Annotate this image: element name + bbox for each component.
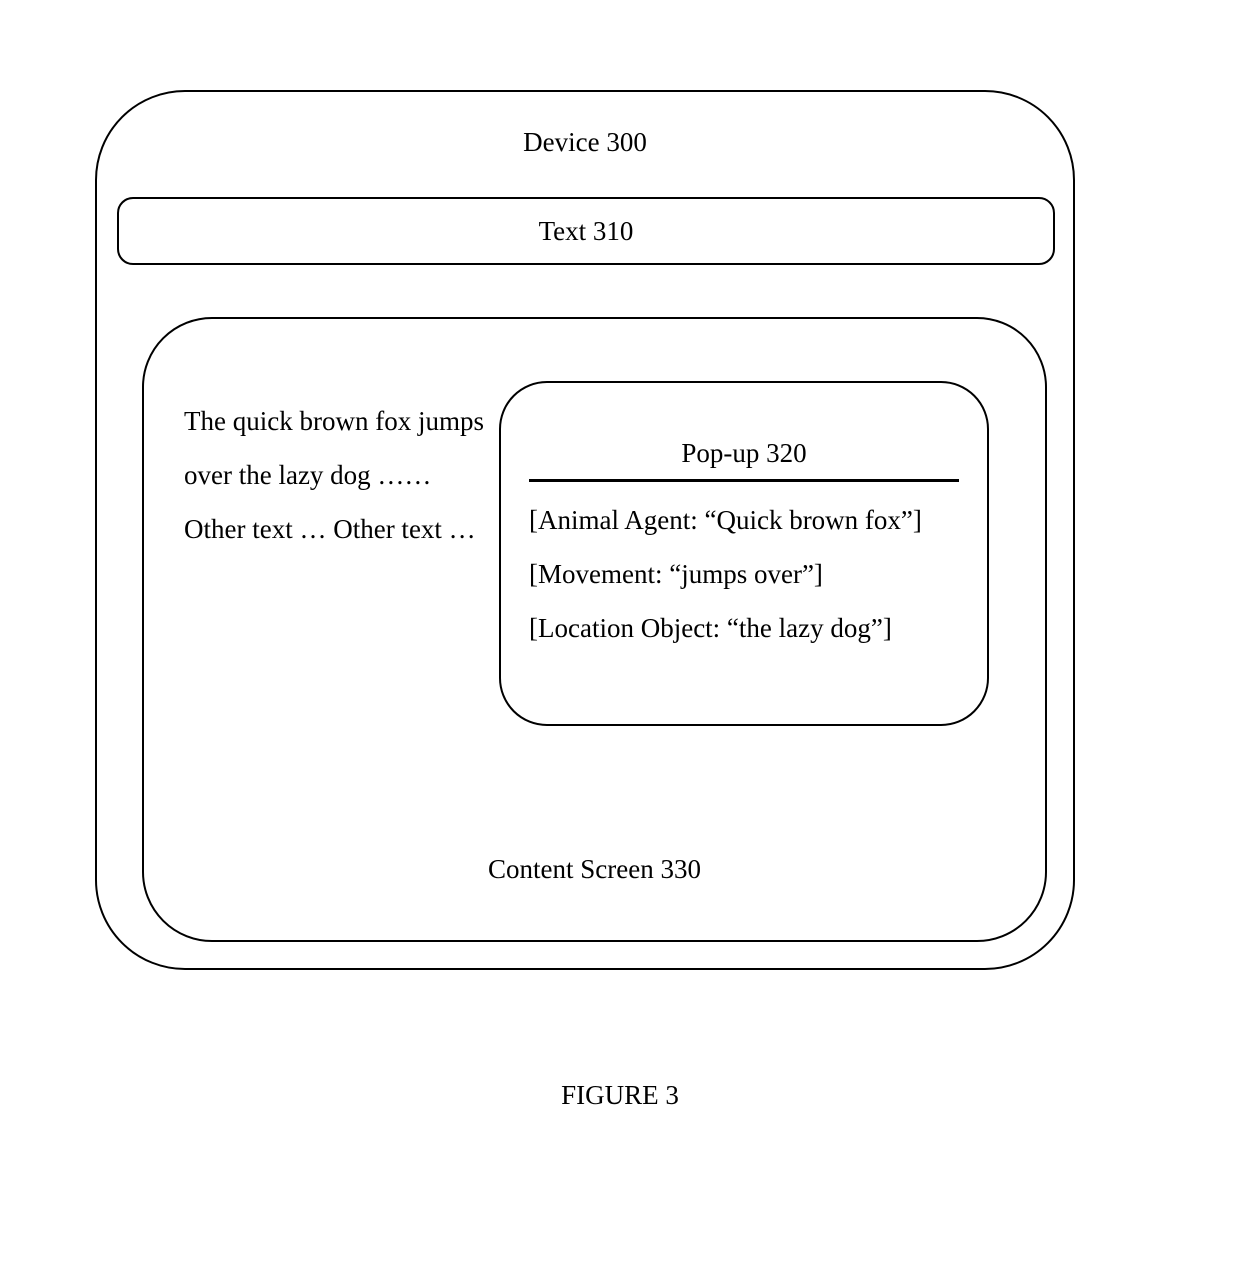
figure-caption: FIGURE 3 — [561, 1080, 679, 1111]
popup-line: [Location Object: “the lazy dog”] — [529, 601, 922, 655]
popup-content: [Animal Agent: “Quick brown fox”] [Movem… — [529, 493, 922, 655]
popup-line: [Animal Agent: “Quick brown fox”] — [529, 493, 922, 547]
display-text-line: over the lazy dog …… — [184, 448, 494, 502]
content-screen-box: The quick brown fox jumps over the lazy … — [142, 317, 1047, 942]
popup-underline — [529, 479, 959, 482]
popup-box: Pop-up 320 [Animal Agent: “Quick brown f… — [499, 381, 989, 726]
text-bar: Text 310 — [117, 197, 1055, 265]
display-text: The quick brown fox jumps over the lazy … — [184, 394, 494, 556]
popup-line: [Movement: “jumps over”] — [529, 547, 922, 601]
display-text-line: Other text … Other text … — [184, 502, 494, 556]
device-label: Device 300 — [523, 127, 647, 158]
content-screen-label: Content Screen 330 — [488, 854, 701, 885]
text-bar-label: Text 310 — [539, 216, 634, 247]
device-box: Device 300 Text 310 The quick brown fox … — [95, 90, 1075, 970]
popup-title: Pop-up 320 — [681, 438, 806, 469]
display-text-line: The quick brown fox jumps — [184, 394, 494, 448]
